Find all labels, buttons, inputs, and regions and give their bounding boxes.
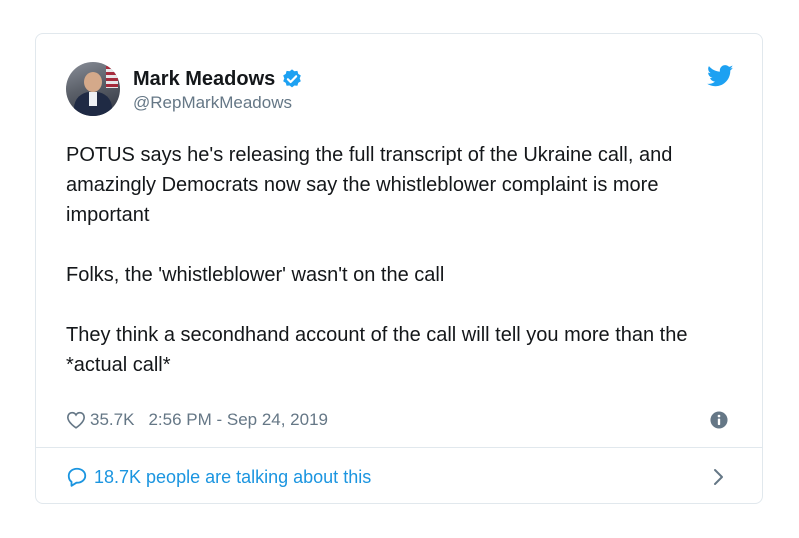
verified-badge-icon <box>283 69 302 88</box>
tweet-paragraph: Folks, the 'whistleblower' wasn't on the… <box>66 264 445 286</box>
author-handle[interactable]: @RepMarkMeadows <box>133 93 303 113</box>
tweet-paragraph: POTUS says he's releasing the full trans… <box>66 144 673 226</box>
chevron-right-icon[interactable] <box>712 468 724 486</box>
conversation-link[interactable]: 18.7K people are talking about this <box>66 463 732 491</box>
talking-about-text[interactable]: 18.7K people are talking about this <box>94 467 371 488</box>
author-name-row: Mark Meadows <box>133 66 303 92</box>
speech-bubble-icon <box>67 467 87 487</box>
avatar-shirt-detail <box>89 92 97 106</box>
footer-divider <box>36 447 762 448</box>
avatar-flag-detail <box>106 66 118 88</box>
tweet-header: Mark Meadows @RepMarkMeadows <box>66 62 734 118</box>
heart-icon[interactable] <box>66 411 86 429</box>
avatar-face-detail <box>84 72 102 92</box>
tweet-card[interactable]: Mark Meadows @RepMarkMeadows POTUS says … <box>35 33 763 504</box>
tweet-timestamp[interactable]: 2:56 PM - Sep 24, 2019 <box>148 410 328 430</box>
author-display-name[interactable]: Mark Meadows <box>133 68 275 91</box>
avatar[interactable] <box>66 62 120 116</box>
info-icon[interactable] <box>710 411 728 429</box>
tweet-meta-row: 35.7K 2:56 PM - Sep 24, 2019 <box>66 407 732 433</box>
like-count[interactable]: 35.7K <box>90 410 134 430</box>
tweet-text: POTUS says he's releasing the full trans… <box>66 140 736 380</box>
tweet-paragraph: They think a secondhand account of the c… <box>66 324 688 376</box>
author-block[interactable]: Mark Meadows @RepMarkMeadows <box>133 66 303 113</box>
twitter-bird-icon[interactable] <box>707 65 734 87</box>
